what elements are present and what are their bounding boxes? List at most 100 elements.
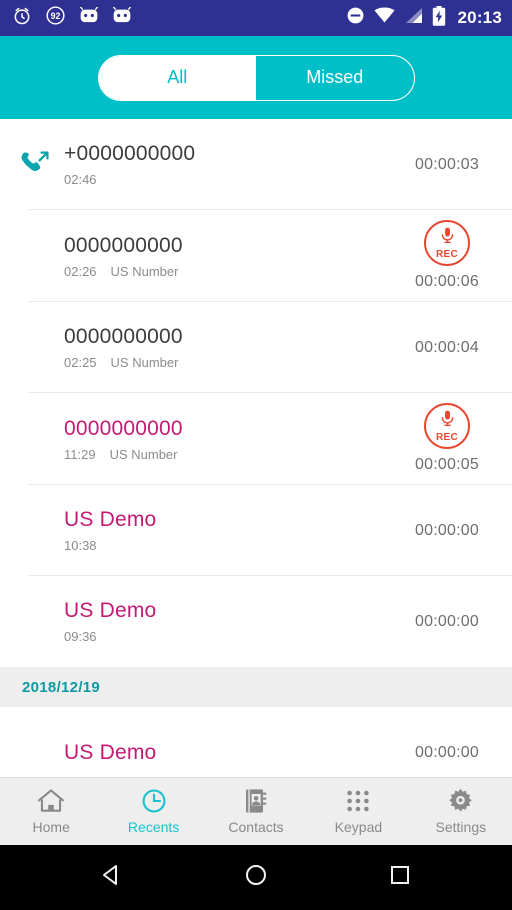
call-meta: 02:46 bbox=[64, 172, 404, 188]
call-duration: 00:00:00 bbox=[415, 521, 479, 539]
call-time: 11:29 bbox=[64, 446, 96, 462]
nav-item-contacts[interactable]: Contacts bbox=[205, 778, 307, 845]
status-bar: 92 20:13 bbox=[0, 0, 512, 36]
date-section-header: 2018/12/19 bbox=[0, 667, 512, 707]
call-name: 0000000000 bbox=[64, 416, 183, 440]
recents-call-list[interactable]: +0000000000 02:46 00:00:03 0000000000 02… bbox=[0, 119, 512, 777]
call-label: US Number bbox=[109, 446, 178, 462]
wifi-icon bbox=[373, 7, 395, 29]
triangle-left-icon bbox=[99, 862, 125, 893]
nav-label-recents: Recents bbox=[127, 819, 180, 835]
nav-item-keypad[interactable]: Keypad bbox=[307, 778, 409, 845]
recording-button[interactable]: REC bbox=[424, 403, 470, 449]
nav-item-home[interactable]: Home bbox=[0, 778, 102, 845]
call-name: US Demo bbox=[64, 740, 157, 764]
call-time: 10:38 bbox=[64, 538, 97, 553]
call-filter-tabs: All Missed bbox=[97, 54, 415, 101]
call-right: 00:00:00 bbox=[404, 612, 490, 632]
call-meta: 11:29 US Number bbox=[64, 447, 404, 463]
do-not-disturb-icon bbox=[346, 6, 365, 30]
square-icon bbox=[387, 862, 413, 893]
call-name: +0000000000 bbox=[64, 142, 196, 165]
call-name: US Demo bbox=[64, 599, 157, 622]
call-info: +0000000000 02:46 bbox=[62, 141, 404, 188]
dialpad-icon bbox=[344, 788, 372, 814]
tab-all[interactable]: All bbox=[98, 55, 256, 100]
call-info: 0000000000 02:25 US Number bbox=[62, 324, 404, 371]
svg-text:92: 92 bbox=[51, 11, 61, 21]
android-head-icon-1 bbox=[79, 6, 99, 29]
table-row[interactable]: 0000000000 02:25 US Number 00:00:04 bbox=[0, 302, 512, 393]
battery-charging-icon bbox=[432, 5, 446, 31]
table-row[interactable]: US Demo 09:36 00:00:00 bbox=[0, 576, 512, 667]
home-icon bbox=[37, 788, 65, 814]
call-time: 09:36 bbox=[64, 629, 97, 644]
call-meta: 02:25 US Number bbox=[64, 355, 404, 371]
microphone-icon bbox=[440, 410, 455, 432]
rec-label: REC bbox=[435, 432, 458, 443]
call-info: US Demo bbox=[62, 740, 404, 766]
battery-saver-92-icon: 92 bbox=[45, 5, 66, 31]
call-duration: 00:00:05 bbox=[415, 456, 479, 473]
call-meta: 02:26 US Number bbox=[64, 264, 404, 280]
status-bar-left-icons: 92 bbox=[12, 5, 132, 31]
home-button[interactable] bbox=[228, 862, 284, 893]
nav-item-recents[interactable]: Recents bbox=[102, 778, 204, 845]
bottom-navigation: Home Recents Contacts Keypad Settings bbox=[0, 777, 512, 845]
cellular-signal-icon bbox=[404, 7, 423, 29]
call-duration: 00:00:04 bbox=[415, 338, 479, 356]
call-duration: 00:00:03 bbox=[415, 155, 479, 173]
table-row[interactable]: US Demo 10:38 00:00:00 bbox=[0, 485, 512, 576]
date-label: 2018/12/19 bbox=[22, 678, 101, 696]
call-label: US Number bbox=[110, 355, 179, 370]
tab-all-label: All bbox=[167, 67, 188, 87]
outgoing-call-icon bbox=[20, 149, 62, 180]
call-right: REC 00:00:05 bbox=[404, 403, 490, 475]
address-book-icon bbox=[244, 788, 268, 814]
call-duration: 00:00:06 bbox=[415, 273, 479, 290]
nav-label-settings: Settings bbox=[435, 819, 487, 835]
app-header: All Missed bbox=[0, 36, 512, 119]
call-right: REC 00:00:06 bbox=[404, 220, 490, 292]
phone-screen: 92 20:13 All Missed +0000000000 02:46 00… bbox=[0, 0, 512, 910]
status-bar-right-icons: 20:13 bbox=[346, 5, 502, 31]
call-info: US Demo 09:36 bbox=[62, 598, 404, 645]
table-row[interactable]: 0000000000 11:29 US Number REC 00:00:05 bbox=[0, 393, 512, 485]
nav-item-settings[interactable]: Settings bbox=[410, 778, 512, 845]
table-row[interactable]: +0000000000 02:46 00:00:03 bbox=[0, 119, 512, 210]
tab-missed[interactable]: Missed bbox=[256, 56, 414, 100]
call-right: 00:00:00 bbox=[404, 521, 490, 541]
call-time: 02:46 bbox=[64, 172, 97, 187]
alarm-clock-icon bbox=[12, 6, 32, 31]
call-right: 00:00:00 bbox=[404, 743, 490, 763]
recording-button[interactable]: REC bbox=[424, 220, 470, 266]
call-label: US Number bbox=[110, 263, 179, 279]
android-system-navigation bbox=[0, 845, 512, 910]
call-name: 0000000000 bbox=[64, 325, 183, 348]
call-name: 0000000000 bbox=[64, 233, 183, 257]
status-bar-clock: 20:13 bbox=[457, 8, 502, 27]
table-row[interactable]: 0000000000 02:26 US Number REC 00:00:06 bbox=[0, 210, 512, 302]
nav-label-home: Home bbox=[32, 819, 70, 835]
nav-label-keypad: Keypad bbox=[334, 819, 383, 835]
call-meta: 09:36 bbox=[64, 629, 404, 645]
clock-icon bbox=[140, 788, 168, 814]
tab-missed-label: Missed bbox=[306, 67, 364, 87]
call-name: US Demo bbox=[64, 508, 157, 531]
call-info: 0000000000 11:29 US Number bbox=[62, 416, 404, 463]
call-time: 02:25 bbox=[64, 355, 97, 370]
back-button[interactable] bbox=[84, 862, 140, 893]
android-head-icon-2 bbox=[112, 6, 132, 29]
nav-label-contacts: Contacts bbox=[228, 819, 284, 835]
table-row[interactable]: US Demo 00:00:00 bbox=[0, 707, 512, 777]
circle-icon bbox=[243, 862, 269, 893]
call-meta: 10:38 bbox=[64, 538, 404, 554]
call-info: 0000000000 02:26 US Number bbox=[62, 233, 404, 280]
call-time: 02:26 bbox=[64, 263, 97, 279]
rec-label: REC bbox=[435, 249, 458, 260]
gear-icon bbox=[447, 788, 474, 814]
call-duration: 00:00:00 bbox=[415, 612, 479, 630]
call-right: 00:00:04 bbox=[404, 338, 490, 358]
microphone-icon bbox=[440, 227, 455, 249]
recents-button[interactable] bbox=[372, 862, 428, 893]
